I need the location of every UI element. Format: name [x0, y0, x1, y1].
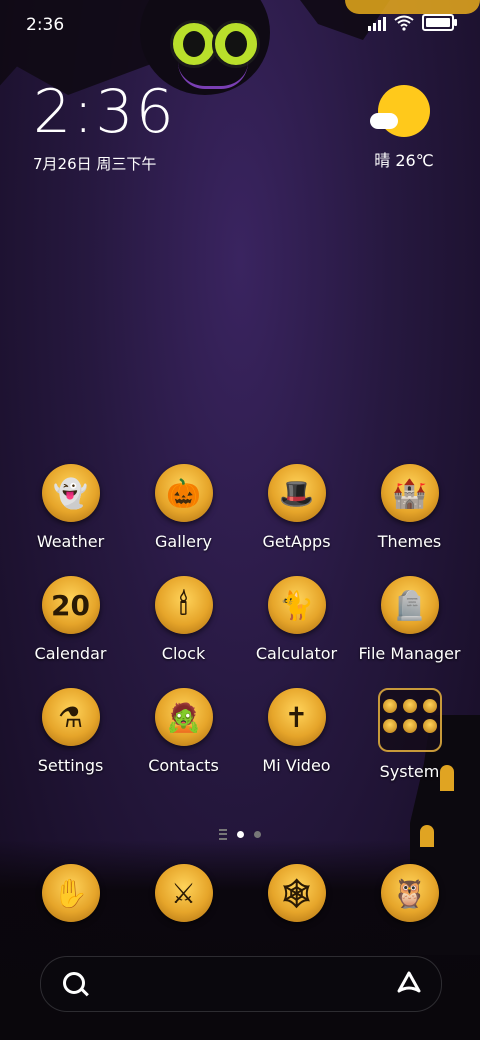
app-settings[interactable]: ⚗ Settings — [14, 688, 127, 781]
folder-mini-icon — [402, 699, 417, 713]
app-getapps[interactable]: 🎩 GetApps — [240, 464, 353, 551]
assistant-icon[interactable] — [395, 969, 423, 997]
app-calendar[interactable]: 20 Calendar — [14, 576, 127, 663]
folder-mini-icon — [402, 719, 417, 733]
calendar-icon: 20 — [41, 576, 100, 634]
app-label: Weather — [36, 532, 105, 551]
signal-icon — [368, 15, 386, 31]
claw-marks-icon: ⚔ — [154, 864, 213, 922]
tombstone-icon: 🪦 — [380, 576, 439, 634]
app-label: Clock — [161, 644, 206, 663]
folder-mini-icon — [422, 699, 437, 713]
cauldron-icon: ⚗ — [41, 688, 100, 746]
battery-icon — [422, 14, 457, 31]
ghost-icon: 👻 — [41, 464, 100, 522]
app-label: Calendar — [34, 644, 107, 663]
clock-date: 7月26日 周三下午 — [33, 155, 157, 173]
clock-time: 2:36 — [33, 77, 176, 147]
app-label: File Manager — [358, 644, 461, 663]
sunny-icon — [370, 85, 430, 137]
dock: ✋ ⚔ 🕸 🦉 — [14, 864, 466, 922]
dock-app-2[interactable]: ⚔ — [127, 864, 240, 922]
cloud-icon — [370, 113, 398, 129]
page-indicator[interactable] — [0, 829, 480, 840]
folder-mini-icon — [382, 699, 397, 713]
chandelier-icon: 🕯 — [154, 576, 213, 634]
app-calculator[interactable]: 🐈 Calculator — [240, 576, 353, 663]
folder-mini-icon — [382, 719, 397, 733]
app-label: Calculator — [255, 644, 338, 663]
status-icons — [368, 14, 457, 31]
folder-mini-icon — [422, 719, 437, 733]
app-grid: 👻 Weather 🎃 Gallery 🎩 GetApps 🏰 Themes 20 Calenda… — [14, 464, 466, 781]
app-mi-video[interactable]: ✝ Mi Video — [240, 688, 353, 781]
castle-icon: 🏰 — [380, 464, 439, 522]
app-system[interactable]: System — [353, 688, 466, 781]
grave-cross-icon: ✝ — [267, 688, 326, 746]
wifi-icon — [394, 15, 414, 31]
app-label: Themes — [377, 532, 442, 551]
spider-web-icon: 🕸 — [267, 864, 326, 922]
page-dot-active — [237, 831, 244, 838]
app-label: GetApps — [262, 532, 331, 551]
zombie-icon: 🧟 — [154, 688, 213, 746]
app-contacts[interactable]: 🧟 Contacts — [127, 688, 240, 781]
app-clock[interactable]: 🕯 Clock — [127, 576, 240, 663]
app-gallery[interactable]: 🎃 Gallery — [127, 464, 240, 551]
zombie-hand-icon: ✋ — [41, 864, 100, 922]
weather-text: 晴 26℃ — [374, 151, 434, 170]
app-label: System — [379, 762, 440, 781]
weather-widget[interactable]: 晴 26℃ — [364, 85, 444, 171]
dock-app-4[interactable]: 🦉 — [353, 864, 466, 922]
app-label: Contacts — [148, 756, 219, 775]
dock-app-3[interactable]: 🕸 — [240, 864, 353, 922]
folder-icon — [377, 688, 442, 752]
dock-app-1[interactable]: ✋ — [14, 864, 127, 922]
clock-widget[interactable]: 2:36 7月26日 周三下午 — [33, 77, 176, 174]
search-icon[interactable] — [63, 972, 85, 994]
owl-icon: 🦉 — [380, 864, 439, 922]
app-drawer-indicator — [219, 829, 227, 840]
witch-hat-icon: 🎩 — [267, 464, 326, 522]
status-bar: 2:36 — [0, 0, 480, 50]
app-label: Gallery — [155, 532, 212, 551]
pumpkin-icon: 🎃 — [154, 464, 213, 522]
app-file-manager[interactable]: 🪦 File Manager — [353, 576, 466, 663]
status-time: 2:36 — [26, 15, 65, 35]
cat-icon: 🐈 — [267, 576, 326, 634]
app-themes[interactable]: 🏰 Themes — [353, 464, 466, 551]
app-label: Settings — [37, 756, 104, 775]
app-label: Mi Video — [262, 756, 331, 775]
app-weather[interactable]: 👻 Weather — [14, 464, 127, 551]
search-bar[interactable] — [40, 956, 442, 1012]
page-dot — [254, 831, 261, 838]
